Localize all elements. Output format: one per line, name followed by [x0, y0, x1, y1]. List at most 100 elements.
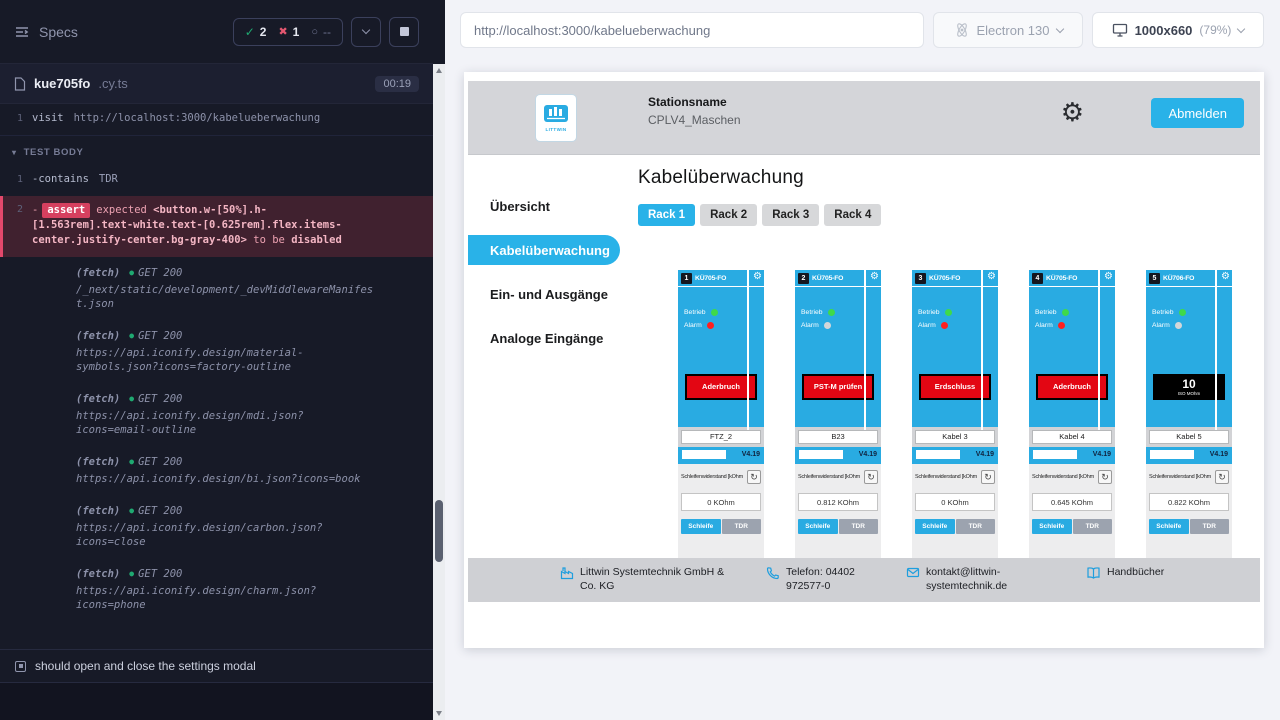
status-ok-dot: ● — [129, 331, 134, 340]
spec-file-bar[interactable]: kue705fo.cy.ts 00:19 — [0, 64, 433, 104]
cable-name-strip: Kabel 3 — [912, 427, 998, 447]
refresh-button[interactable]: ↻ — [981, 470, 995, 484]
firmware-version: V4.19 — [1210, 451, 1228, 458]
schleife-button[interactable]: Schleife — [1149, 519, 1189, 534]
rack-tabs: Rack 1 Rack 2 Rack 3 Rack 4 — [638, 204, 1260, 226]
sidebar-nav-item[interactable]: Übersicht — [468, 191, 638, 221]
test-body-section[interactable]: ▾ TEST BODY — [0, 136, 433, 167]
alarm-led — [941, 322, 948, 329]
rack-tab[interactable]: Rack 4 — [824, 204, 881, 226]
cable-name-field[interactable]: B23 — [798, 430, 878, 444]
alarm-row: Alarm — [918, 320, 998, 330]
collapse-tests-button[interactable] — [351, 17, 381, 47]
scroll-down-arrow[interactable] — [436, 711, 442, 716]
pending-count: ○-- — [311, 25, 331, 39]
footer-email[interactable]: kontakt@littwin-systemtechnik.de — [906, 565, 1024, 593]
tdr-button[interactable]: TDR — [956, 519, 996, 534]
network-log-row[interactable]: (fetch)●GET 200 https://api.iconify.desi… — [0, 383, 433, 446]
url-input[interactable] — [460, 12, 924, 48]
card-header: 3 KÜ705-FO — [912, 270, 998, 287]
specs-toggle-button[interactable]: Specs — [14, 24, 78, 40]
tdr-button[interactable]: TDR — [839, 519, 879, 534]
sidebar-nav-item[interactable]: Kabelüberwachung — [468, 235, 620, 265]
card-gear-icon[interactable]: ⚙ — [1104, 272, 1113, 282]
card-gear-icon[interactable]: ⚙ — [987, 272, 996, 282]
resistance-value-field: 0.645 KOhm — [1032, 493, 1112, 511]
status-text: Erdschluss — [935, 383, 975, 391]
refresh-button[interactable]: ↻ — [864, 470, 878, 484]
logo-text: LITTWIN — [545, 127, 566, 132]
reporter-footer: should open and close the settings modal — [0, 649, 433, 720]
log-header: (fetch)●GET 200 — [76, 329, 423, 343]
network-log-row[interactable]: (fetch)●GET 200 https://api.iconify.desi… — [0, 320, 433, 383]
cable-name-field[interactable]: FTZ_2 — [681, 430, 761, 444]
card-blank-field — [799, 450, 843, 459]
cable-monitor-card: 4 KÜ705-FO ⚙ Betrieb Alarm — [1029, 270, 1115, 558]
cable-name-field[interactable]: Kabel 4 — [1032, 430, 1112, 444]
cable-monitor-cards: 1 KÜ705-FO ⚙ Betrieb Alarm — [678, 270, 1260, 558]
firmware-version: V4.19 — [976, 451, 994, 458]
refresh-button[interactable]: ↻ — [747, 470, 761, 484]
contains-command-row[interactable]: 1 -contains TDR — [0, 167, 433, 192]
cable-name-field[interactable]: Kabel 5 — [1149, 430, 1229, 444]
logout-button[interactable]: Abmelden — [1151, 98, 1244, 128]
tdr-button[interactable]: TDR — [722, 519, 762, 534]
electron-icon — [954, 22, 970, 38]
version-row: V4.19 — [912, 447, 998, 461]
test-stats[interactable]: ✓2 ✖1 ○-- — [233, 18, 343, 46]
cable-name-field[interactable]: Kabel 3 — [915, 430, 995, 444]
led-panel: Betrieb Alarm — [678, 307, 764, 330]
network-log-row[interactable]: (fetch)●GET 200 https://api.iconify.desi… — [0, 558, 433, 621]
refresh-button[interactable]: ↻ — [1215, 470, 1229, 484]
failed-count: ✖1 — [278, 25, 299, 39]
status-text: Aderbruch — [1053, 383, 1091, 391]
footer-manuals[interactable]: Handbücher — [1086, 565, 1164, 580]
footer-phone[interactable]: Telefon: 04402 972577-0 — [766, 565, 888, 593]
rack-tab[interactable]: Rack 2 — [700, 204, 757, 226]
settings-gear-icon[interactable]: ⚙ — [1061, 99, 1084, 125]
status-text: PST-M prüfen — [814, 383, 862, 391]
chevron-down-icon — [362, 26, 370, 34]
aut-stage: Electron 130 1000x660 (79%) LITTWIN St — [445, 0, 1280, 720]
rack-tab[interactable]: Rack 1 — [638, 204, 695, 226]
tdr-button[interactable]: TDR — [1073, 519, 1113, 534]
rack-tab[interactable]: Rack 3 — [762, 204, 819, 226]
contains-command: -contains — [32, 172, 89, 186]
card-gear-icon[interactable]: ⚙ — [870, 272, 879, 282]
schleife-button[interactable]: Schleife — [1032, 519, 1072, 534]
failed-assert-row[interactable]: 2 -assertexpected <button.w-[50%].h-[1.5… — [0, 196, 433, 257]
reporter-header: Specs ✓2 ✖1 ○-- — [0, 0, 433, 64]
screen: Specs ✓2 ✖1 ○-- kue705fo.cy.ts — [0, 0, 1280, 720]
schleife-button[interactable]: Schleife — [798, 519, 838, 534]
sidebar-nav-item[interactable]: Analoge Eingänge — [468, 323, 638, 353]
resistance-section: Schleifenwiderstand [kOhm] ↻ 0 KOhm Schl… — [678, 464, 764, 558]
card-gear-icon[interactable]: ⚙ — [1221, 272, 1230, 282]
visit-command-row[interactable]: 1 visit http://localhost:3000/kabelueber… — [0, 106, 433, 136]
tdr-button[interactable]: TDR — [1190, 519, 1230, 534]
stop-tests-button[interactable] — [389, 17, 419, 47]
viewport-size: 1000x660 — [1135, 23, 1193, 38]
log-url: /_next/static/development/_devMiddleware… — [76, 283, 376, 311]
schleife-button[interactable]: Schleife — [681, 519, 721, 534]
scrollbar-thumb[interactable] — [435, 500, 443, 562]
reporter-scrollbar[interactable] — [433, 64, 445, 720]
sidebar-nav-item[interactable]: Ein- und Ausgänge — [468, 279, 638, 309]
network-log-row[interactable]: (fetch)●GET 200 /_next/static/developmen… — [0, 257, 433, 320]
network-log-row[interactable]: (fetch)●GET 200 https://api.iconify.desi… — [0, 446, 433, 495]
specs-label: Specs — [39, 24, 78, 40]
check-icon: ✓ — [245, 25, 255, 39]
card-model-label: KÜ706-FO — [1163, 275, 1194, 282]
betrieb-led — [711, 309, 718, 316]
card-number-badge: 2 — [798, 273, 809, 284]
card-gear-icon[interactable]: ⚙ — [753, 272, 762, 282]
scroll-up-arrow[interactable] — [436, 68, 442, 73]
schleife-button[interactable]: Schleife — [915, 519, 955, 534]
next-test-row[interactable]: should open and close the settings modal — [0, 649, 433, 682]
viewport-select[interactable]: 1000x660 (79%) — [1092, 12, 1264, 48]
network-log-row[interactable]: (fetch)●GET 200 https://api.iconify.desi… — [0, 495, 433, 558]
status-ok-dot: ● — [129, 394, 134, 403]
browser-select[interactable]: Electron 130 — [933, 12, 1083, 48]
alarm-led — [824, 322, 831, 329]
viewport-zoom: (79%) — [1199, 23, 1231, 37]
refresh-button[interactable]: ↻ — [1098, 470, 1112, 484]
